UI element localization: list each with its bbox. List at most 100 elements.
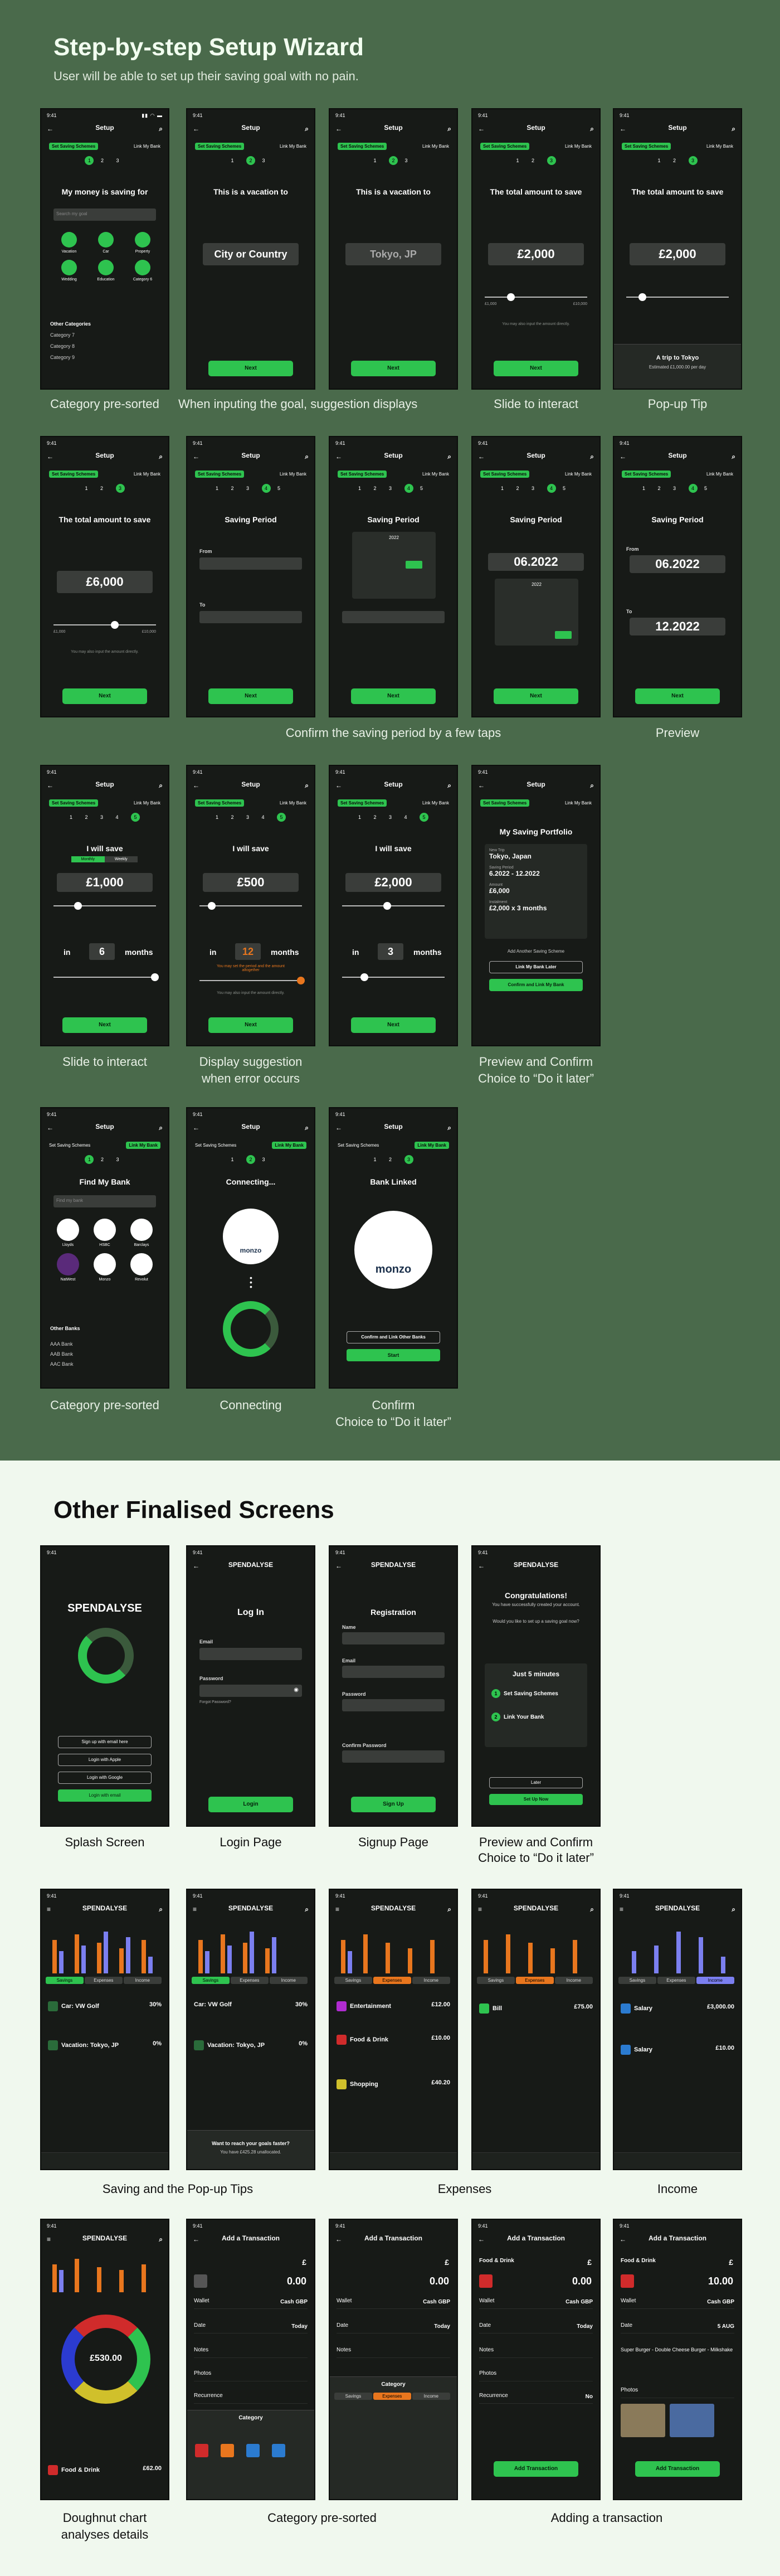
revolut-logo[interactable] bbox=[130, 1253, 153, 1275]
list-item[interactable]: Car: VW Golf 30% bbox=[48, 2001, 162, 2014]
add-scheme-link[interactable]: Add Another Saving Scheme bbox=[472, 949, 599, 954]
search-icon[interactable]: ⌕ bbox=[732, 125, 735, 133]
list-item[interactable]: Entertainment £12.00 bbox=[337, 2001, 450, 2014]
search-icon[interactable]: ⌕ bbox=[159, 125, 163, 133]
next-button[interactable]: Next bbox=[351, 688, 436, 704]
search-icon[interactable]: ⌕ bbox=[159, 1905, 163, 1914]
date-row[interactable]: Date Today bbox=[479, 2322, 593, 2334]
month-picker[interactable]: 2022 bbox=[495, 579, 578, 646]
password-field[interactable]: ◉ bbox=[199, 1685, 302, 1697]
property-icon[interactable] bbox=[135, 232, 150, 248]
search-icon[interactable]: ⌕ bbox=[447, 125, 451, 133]
search-icon[interactable]: ⌕ bbox=[159, 1124, 163, 1132]
add-transaction-button[interactable]: Add Transaction bbox=[635, 2461, 720, 2477]
amount-slider[interactable] bbox=[199, 902, 302, 910]
date-row[interactable]: Date 5 AUG bbox=[621, 2322, 734, 2334]
later-button[interactable]: Later bbox=[489, 1777, 583, 1788]
weekly-toggle[interactable]: Weekly bbox=[104, 856, 138, 862]
back-arrow-icon[interactable]: ← bbox=[620, 2235, 626, 2243]
menu-icon[interactable]: ≡ bbox=[193, 1905, 197, 1913]
months-slider[interactable] bbox=[342, 973, 445, 981]
from-date-display[interactable]: 06.2022 bbox=[488, 553, 584, 571]
transport-icon[interactable] bbox=[246, 2444, 260, 2457]
search-icon[interactable]: ⌕ bbox=[305, 453, 309, 461]
notes-row[interactable]: Notes bbox=[194, 2347, 308, 2358]
back-arrow-icon[interactable]: ← bbox=[47, 125, 53, 133]
category-6-icon[interactable] bbox=[135, 260, 150, 275]
car-icon[interactable] bbox=[98, 232, 114, 248]
amount-display[interactable]: £6,000 bbox=[57, 571, 153, 593]
search-icon[interactable]: ⌕ bbox=[305, 782, 309, 790]
hsbc-logo[interactable] bbox=[94, 1219, 116, 1241]
wallet-row[interactable]: Wallet Cash GBP bbox=[621, 2298, 734, 2309]
confirm-link-button[interactable]: Confirm and Link My Bank bbox=[489, 979, 583, 991]
next-button[interactable]: Next bbox=[494, 361, 578, 376]
natwest-logo[interactable] bbox=[57, 1253, 79, 1275]
back-arrow-icon[interactable]: ← bbox=[335, 782, 342, 789]
list-item[interactable]: Food & Drink £10.00 bbox=[337, 2035, 450, 2047]
menu-icon[interactable]: ≡ bbox=[47, 1905, 51, 1913]
month-picker[interactable]: 2022 bbox=[352, 532, 436, 599]
search-icon[interactable]: ⌕ bbox=[447, 1124, 451, 1132]
recurrence-row[interactable]: Recurrence bbox=[194, 2393, 308, 2404]
list-item[interactable]: Category 8 bbox=[50, 343, 75, 349]
amount-input[interactable]: 0.00 bbox=[287, 2276, 306, 2287]
wallet-row[interactable]: Wallet Cash GBP bbox=[194, 2298, 308, 2309]
search-input[interactable]: Search my goal bbox=[53, 208, 156, 221]
password-field[interactable] bbox=[342, 1699, 445, 1711]
back-arrow-icon[interactable]: ← bbox=[335, 125, 342, 133]
amount-input[interactable]: 0.00 bbox=[572, 2276, 592, 2287]
next-button[interactable]: Next bbox=[62, 688, 147, 704]
bottom-nav[interactable] bbox=[472, 2152, 599, 2169]
next-button[interactable]: Next bbox=[208, 688, 293, 704]
search-icon[interactable]: ⌕ bbox=[590, 1905, 594, 1914]
login-apple-button[interactable]: Login with Apple bbox=[58, 1754, 152, 1766]
back-arrow-icon[interactable]: ← bbox=[335, 1124, 342, 1132]
category-placeholder-icon[interactable] bbox=[194, 2274, 207, 2288]
date-row[interactable]: Date Today bbox=[337, 2322, 450, 2334]
step-tab-saving[interactable]: Set Saving Schemes bbox=[49, 143, 99, 150]
back-arrow-icon[interactable]: ← bbox=[620, 453, 626, 460]
next-button[interactable]: Next bbox=[351, 1017, 436, 1033]
wallet-row[interactable]: Wallet Cash GBP bbox=[337, 2298, 450, 2309]
name-field[interactable] bbox=[342, 1632, 445, 1644]
tab-expenses[interactable]: Expenses bbox=[84, 1977, 123, 1984]
amount-display[interactable]: £2,000 bbox=[630, 243, 725, 265]
next-button[interactable]: Next bbox=[494, 688, 578, 704]
amount-display[interactable]: £1,000 bbox=[57, 873, 153, 892]
barclays-logo[interactable] bbox=[130, 1219, 153, 1241]
amount-display[interactable]: £2,000 bbox=[345, 873, 441, 892]
bottom-nav[interactable] bbox=[330, 2152, 457, 2169]
amount-slider[interactable] bbox=[53, 902, 156, 910]
signup-email-button[interactable]: Sign up with email here bbox=[58, 1736, 152, 1748]
wedding-icon[interactable] bbox=[61, 260, 77, 275]
back-arrow-icon[interactable]: ← bbox=[193, 1562, 199, 1570]
search-icon[interactable]: ⌕ bbox=[159, 453, 163, 461]
amount-slider[interactable] bbox=[53, 621, 156, 629]
email-field[interactable] bbox=[342, 1666, 445, 1678]
login-google-button[interactable]: Login with Google bbox=[58, 1772, 152, 1784]
search-icon[interactable]: ⌕ bbox=[447, 782, 451, 790]
destination-input[interactable]: Tokyo, JP bbox=[345, 243, 441, 265]
search-icon[interactable]: ⌕ bbox=[305, 125, 309, 133]
bottom-nav[interactable] bbox=[41, 2152, 168, 2169]
amount-slider[interactable] bbox=[485, 293, 587, 301]
lloyds-logo[interactable] bbox=[57, 1219, 79, 1241]
start-button[interactable]: Start bbox=[347, 1349, 440, 1361]
back-arrow-icon[interactable]: ← bbox=[478, 453, 485, 460]
notes-row[interactable]: Notes bbox=[479, 2347, 593, 2358]
food-icon[interactable] bbox=[195, 2444, 208, 2457]
back-arrow-icon[interactable]: ← bbox=[478, 1562, 485, 1570]
bottom-nav[interactable] bbox=[614, 2152, 741, 2169]
photos-row[interactable]: Photos bbox=[479, 2370, 593, 2381]
back-arrow-icon[interactable]: ← bbox=[193, 1124, 199, 1132]
forgot-password-link[interactable]: Forgot Password? bbox=[199, 1700, 231, 1704]
login-button[interactable]: Login bbox=[208, 1797, 293, 1812]
to-date-field[interactable] bbox=[199, 611, 302, 623]
travel-icon[interactable] bbox=[272, 2444, 285, 2457]
search-icon[interactable]: ⌕ bbox=[732, 453, 735, 461]
amount-slider[interactable] bbox=[342, 902, 445, 910]
next-button[interactable]: Next bbox=[351, 361, 436, 376]
back-arrow-icon[interactable]: ← bbox=[47, 453, 53, 460]
monzo-logo[interactable] bbox=[94, 1253, 116, 1275]
